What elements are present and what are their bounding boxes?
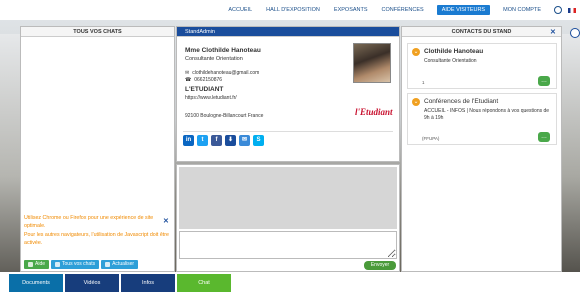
- facebook-icon[interactable]: f: [211, 135, 222, 146]
- contacts-close-button[interactable]: ✕: [550, 28, 556, 36]
- contact-photo: [353, 43, 391, 83]
- nav-exposants[interactable]: EXPOSANTS: [327, 7, 375, 13]
- bottom-tabs: Documents Vidéos Infos Chat: [0, 274, 580, 292]
- download-icon[interactable]: ⬇: [225, 135, 236, 146]
- email-icon: ✉: [185, 70, 190, 76]
- background-left-edge: [0, 34, 20, 272]
- play-icon[interactable]: [570, 28, 580, 38]
- expand-icon: ⌄: [412, 98, 420, 106]
- contact-card[interactable]: ⌄ Conférences de l'Etudiant ACCUEIL - IN…: [407, 93, 557, 145]
- warning-line-1: Utilisez Chrome ou Firefox pour une expé…: [24, 215, 154, 229]
- nav-aide-visiteurs[interactable]: AIDE VISITEURS: [436, 5, 491, 15]
- refresh-label: Actualiser: [112, 261, 135, 267]
- contact-card-description: ACCUEIL - INFOS | Nous répondons à vos q…: [424, 108, 550, 121]
- top-nav: ACCUEIL HALL D'EXPOSITION EXPOSANTS CONF…: [0, 0, 580, 20]
- stand-panel: StandAdmin Mme Clothilde Hanoteau Consul…: [176, 26, 400, 162]
- refresh-icon: [105, 262, 111, 267]
- skype-icon[interactable]: S: [253, 135, 264, 146]
- background-right-edge: [562, 34, 580, 272]
- contact-card-footer: 1: [422, 80, 425, 85]
- letudiant-logo: l'Etudiant: [355, 107, 393, 117]
- divider: [183, 131, 393, 132]
- expand-icon: ⌄: [412, 48, 420, 56]
- linkedin-icon[interactable]: in: [183, 135, 194, 146]
- email-icon[interactable]: ✉: [239, 135, 250, 146]
- contact-card[interactable]: ⌄ Clothilde Hanoteau Consultante Orienta…: [407, 43, 557, 89]
- tab-documents[interactable]: Documents: [9, 274, 63, 292]
- contact-card-name: Clothilde Hanoteau: [424, 48, 484, 55]
- play-icon: [55, 262, 61, 267]
- organization-name: L'ETUDIANT: [185, 86, 224, 93]
- stand-contacts-title: CONTACTS DU STAND: [402, 27, 561, 37]
- help-icon: [28, 262, 33, 267]
- warning-close-button[interactable]: ✕: [163, 217, 169, 225]
- contact-email[interactable]: ✉ clothildehanoteau@gmail.com: [185, 70, 259, 76]
- organization-address: 92100 Boulogne-Billancourt France: [185, 113, 264, 119]
- twitter-icon[interactable]: t: [197, 135, 208, 146]
- stand-contacts-panel: CONTACTS DU STAND ✕ ⌄ Clothilde Hanoteau…: [401, 26, 562, 272]
- chat-log: [179, 167, 397, 229]
- contact-role: Consultante Orientation: [185, 56, 243, 62]
- chat-area: Envoyer: [176, 164, 400, 272]
- refresh-button[interactable]: Actualiser: [101, 260, 139, 269]
- contact-name: Mme Clothilde Hanoteau: [185, 47, 261, 54]
- chat-input[interactable]: [179, 231, 397, 259]
- organization-url[interactable]: https://www.letudiant.fr/: [185, 95, 237, 101]
- tab-chat[interactable]: Chat: [177, 274, 231, 292]
- chat-bubble-icon[interactable]: …: [538, 132, 550, 142]
- send-button[interactable]: Envoyer: [364, 261, 396, 270]
- tab-videos[interactable]: Vidéos: [65, 274, 119, 292]
- warning-line-2: Pour les autres navigateurs, l'utilisati…: [24, 232, 169, 246]
- tab-infos[interactable]: Infos: [121, 274, 175, 292]
- contact-phone: ☎ 0662150876: [185, 77, 222, 83]
- nav-accueil[interactable]: ACCUEIL: [221, 7, 259, 13]
- contact-card-role: Consultante Orientation: [424, 58, 477, 64]
- all-chats-button[interactable]: Tous vos chats: [51, 260, 100, 269]
- phone-text: 0662150876: [194, 77, 223, 83]
- help-label: Aide: [35, 261, 46, 267]
- help-button[interactable]: Aide: [24, 260, 50, 269]
- power-icon[interactable]: [554, 6, 562, 14]
- stand-header: StandAdmin: [177, 27, 399, 37]
- contact-card-name: Conférences de l'Etudiant: [424, 98, 499, 105]
- all-chats-panel: TOUS VOS CHATS Utilisez Chrome ou Firefo…: [20, 26, 175, 272]
- email-text: clothildehanoteau@gmail.com: [192, 70, 260, 76]
- phone-icon: ☎: [185, 77, 192, 83]
- chat-buttons: Aide Tous vos chats Actualiser: [24, 260, 139, 269]
- language-flag-icon[interactable]: [568, 7, 576, 13]
- all-chats-label: Tous vos chats: [62, 261, 96, 267]
- nav-mon-compte[interactable]: MON COMPTE: [496, 7, 548, 13]
- social-links: in t f ⬇ ✉ S: [183, 135, 264, 146]
- all-chats-title: TOUS VOS CHATS: [21, 27, 174, 37]
- contact-card-footer: (FFUPA): [422, 136, 440, 141]
- browser-warning: Utilisez Chrome ou Firefox pour une expé…: [24, 215, 172, 255]
- nav-conferences[interactable]: CONFÉRENCES: [375, 7, 431, 13]
- nav-hall[interactable]: HALL D'EXPOSITION: [259, 7, 327, 13]
- chat-bubble-icon[interactable]: …: [538, 76, 550, 86]
